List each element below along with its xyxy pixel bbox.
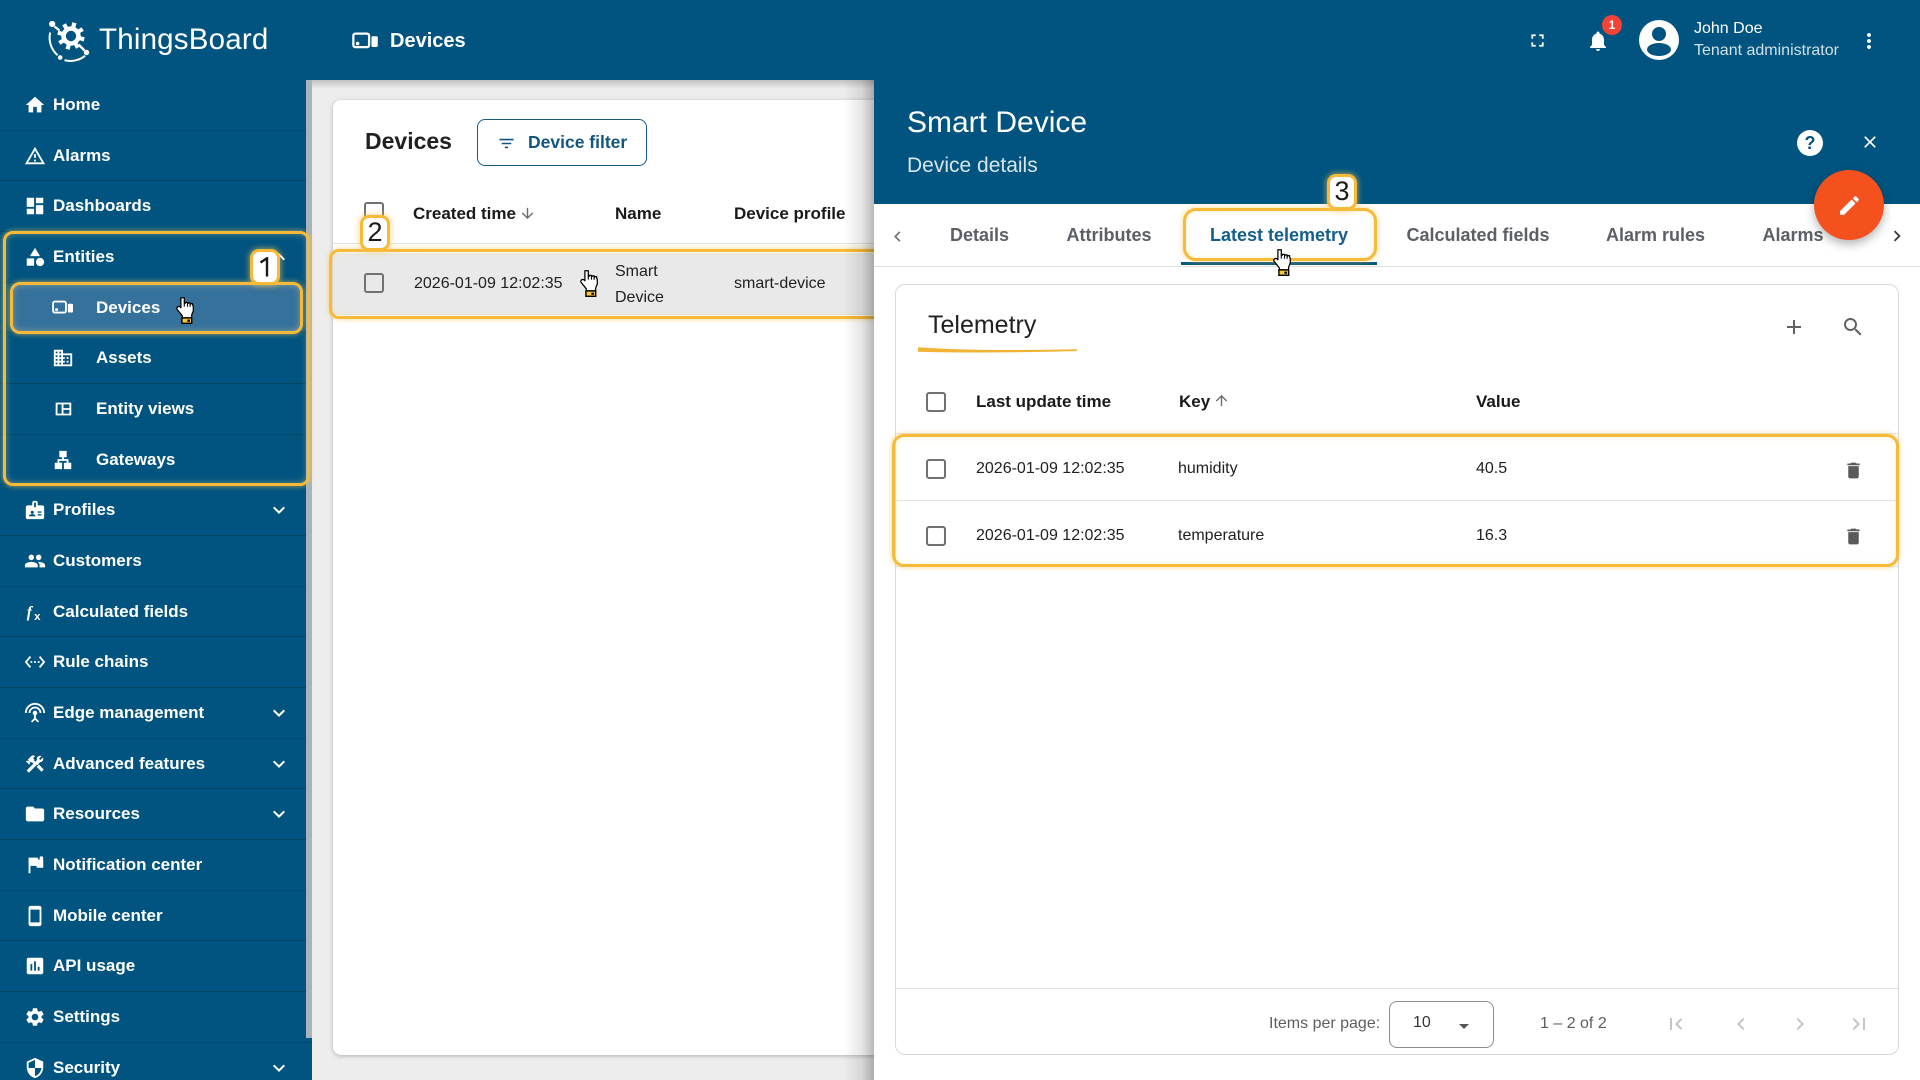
svg-text:x: x (34, 610, 41, 622)
svg-text:f: f (27, 604, 34, 621)
